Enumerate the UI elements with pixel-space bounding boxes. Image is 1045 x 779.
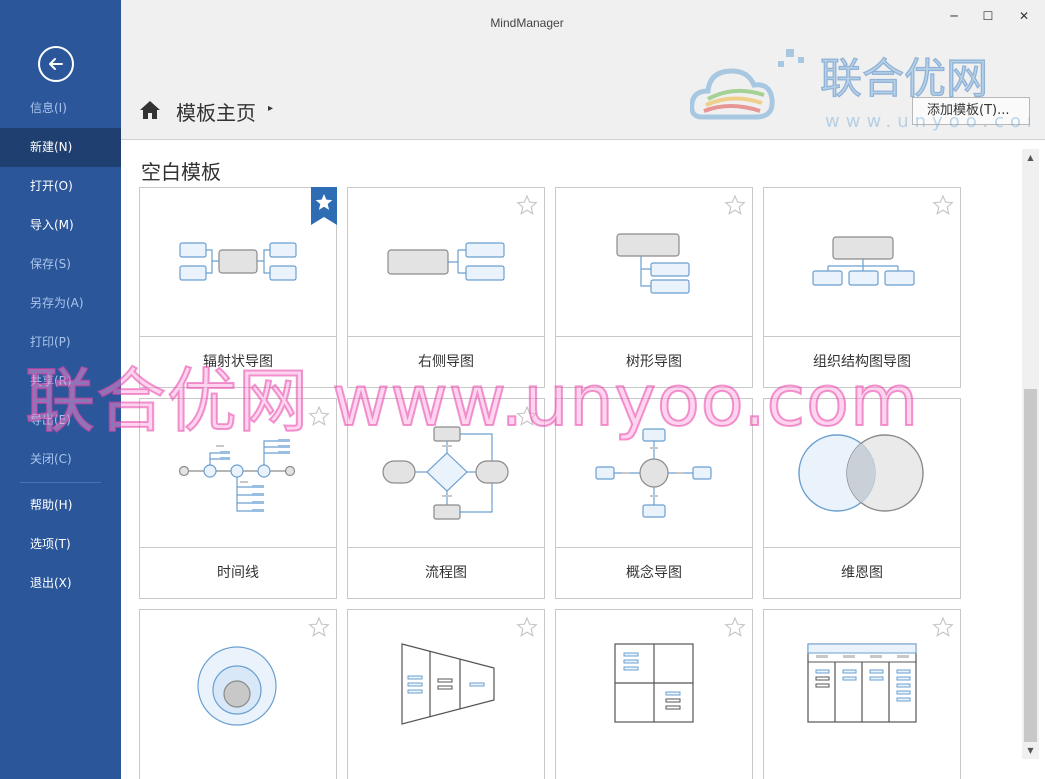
template-label: 时间线: [140, 547, 336, 598]
tree-map-thumbnail: [616, 233, 690, 294]
timeline-thumbnail: [178, 439, 296, 512]
star-outline-icon[interactable]: [724, 616, 746, 638]
menu-item-exit[interactable]: 退出(X): [0, 564, 121, 603]
template-card-funnel[interactable]: [347, 609, 545, 779]
app-title: MindManager: [490, 16, 564, 30]
star-outline-icon[interactable]: [308, 405, 330, 427]
venn-diagram-thumbnail: [798, 434, 924, 512]
star-outline-icon[interactable]: [308, 616, 330, 638]
home-icon[interactable]: [139, 100, 161, 120]
menu-item-open[interactable]: 打开(O): [0, 167, 121, 206]
menu-item-options[interactable]: 选项(T): [0, 525, 121, 564]
template-label: 概念导图: [556, 547, 752, 598]
menu-item-print[interactable]: 打印(P): [0, 323, 121, 362]
star-outline-icon[interactable]: [516, 194, 538, 216]
template-card-kanban[interactable]: [763, 609, 961, 779]
template-card-matrix[interactable]: [555, 609, 753, 779]
template-gallery: 空白模板 辐射状导图 右侧导图 树形导图 组织结构图导图 时间线 流程图 概念导…: [121, 139, 1045, 779]
template-card-flow[interactable]: 流程图: [347, 398, 545, 599]
right-map-thumbnail: [387, 242, 505, 281]
concept-map-thumbnail: [595, 428, 712, 518]
template-card-concept[interactable]: 概念导图: [555, 398, 753, 599]
backstage-menu: 信息(I) 新建(N) 打开(O) 导入(M) 保存(S) 另存为(A) 打印(…: [0, 89, 121, 603]
star-outline-icon[interactable]: [932, 616, 954, 638]
maximize-button[interactable]: ☐: [973, 6, 1003, 26]
template-card-radial[interactable]: 辐射状导图: [139, 187, 337, 388]
template-card-tree[interactable]: 树形导图: [555, 187, 753, 388]
kanban-board-thumbnail: [807, 643, 917, 723]
scroll-thumb[interactable]: [1024, 389, 1037, 742]
menu-item-info[interactable]: 信息(I): [0, 89, 121, 128]
section-title: 空白模板: [141, 160, 221, 184]
menu-divider: [20, 482, 101, 483]
scroll-up-icon[interactable]: ▲: [1022, 149, 1039, 166]
template-card-org[interactable]: 组织结构图导图: [763, 187, 961, 388]
vertical-scrollbar[interactable]: ▲ ▼: [1022, 149, 1039, 759]
matrix-diagram-thumbnail: [614, 643, 694, 723]
favorite-star-icon[interactable]: [311, 187, 337, 225]
breadcrumb: 模板主页 ▸ 添加模板(T)...: [121, 85, 1045, 138]
flowchart-thumbnail: [382, 426, 509, 520]
onion-diagram-thumbnail: [197, 646, 277, 726]
close-button[interactable]: ✕: [1009, 6, 1039, 26]
star-outline-icon[interactable]: [932, 194, 954, 216]
template-card-right[interactable]: 右侧导图: [347, 187, 545, 388]
menu-item-export[interactable]: 导出(E): [0, 401, 121, 440]
menu-item-close[interactable]: 关闭(C): [0, 440, 121, 479]
template-card-onion[interactable]: [139, 609, 337, 779]
template-label: 流程图: [348, 547, 544, 598]
template-label: 右侧导图: [348, 336, 544, 387]
breadcrumb-arrow-icon[interactable]: ▸: [268, 103, 273, 114]
funnel-diagram-thumbnail: [401, 643, 495, 725]
menu-item-help[interactable]: 帮助(H): [0, 486, 121, 525]
template-card-venn[interactable]: 维恩图: [763, 398, 961, 599]
title-bar: MindManager ─ ☐ ✕: [121, 0, 1045, 40]
template-card-timeline[interactable]: 时间线: [139, 398, 337, 599]
menu-item-share[interactable]: 共享(R): [0, 362, 121, 401]
add-template-button[interactable]: 添加模板(T)...: [912, 97, 1030, 125]
back-button[interactable]: [38, 46, 74, 82]
back-arrow-icon: [49, 58, 63, 70]
scroll-down-icon[interactable]: ▼: [1022, 742, 1039, 759]
backstage-main: MindManager ─ ☐ ✕ 模板主页 ▸ 添加模板(T)... 空白模板: [121, 0, 1045, 779]
org-chart-thumbnail: [812, 236, 915, 286]
star-outline-icon[interactable]: [516, 616, 538, 638]
star-outline-icon[interactable]: [724, 194, 746, 216]
page-title: 模板主页: [176, 101, 256, 125]
menu-item-new[interactable]: 新建(N): [0, 128, 121, 167]
menu-item-save[interactable]: 保存(S): [0, 245, 121, 284]
backstage-sidebar: 信息(I) 新建(N) 打开(O) 导入(M) 保存(S) 另存为(A) 打印(…: [0, 0, 121, 779]
template-label: 组织结构图导图: [764, 336, 960, 387]
template-label: 维恩图: [764, 547, 960, 598]
minimize-button[interactable]: ─: [939, 6, 969, 26]
star-outline-icon[interactable]: [516, 405, 538, 427]
menu-item-save-as[interactable]: 另存为(A): [0, 284, 121, 323]
menu-item-import[interactable]: 导入(M): [0, 206, 121, 245]
template-label: 辐射状导图: [140, 336, 336, 387]
radial-map-thumbnail: [179, 242, 297, 281]
template-label: 树形导图: [556, 336, 752, 387]
